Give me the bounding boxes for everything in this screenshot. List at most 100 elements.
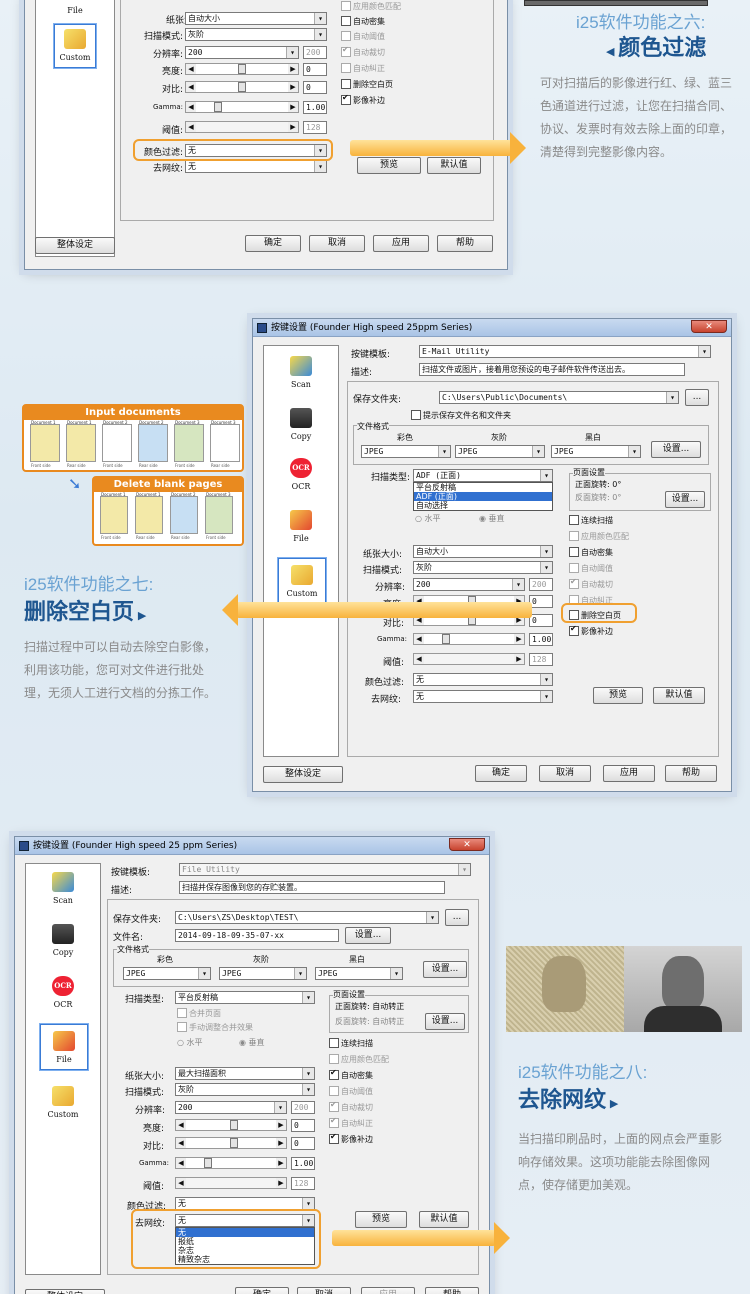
apply-button[interactable]: 应用 — [373, 235, 429, 252]
global-button[interactable]: 整体设定 — [25, 1289, 105, 1294]
option-0[interactable]: 平台反射稿 — [414, 483, 552, 492]
folder-select[interactable]: C:\Users\ZS\Desktop\TEST\ — [175, 911, 439, 924]
preview-button[interactable]: 预览 — [593, 687, 643, 704]
contrast-box[interactable]: 0 — [303, 81, 327, 94]
option-2[interactable]: 自动选择 — [414, 501, 552, 510]
descreen-select[interactable]: 无 — [185, 160, 327, 173]
help-button[interactable]: 帮助 — [437, 235, 493, 252]
preview-button[interactable]: 预览 — [355, 1211, 407, 1228]
contrast-slider[interactable]: ◀ ▶ — [185, 81, 299, 93]
dpi-select[interactable]: 200 — [185, 46, 299, 59]
bw-format-select[interactable]: JPEG — [551, 445, 641, 458]
icon-file[interactable]: File — [50, 6, 100, 15]
brightness-box[interactable]: 0 — [303, 63, 327, 76]
icon-ocr[interactable]: OCR OCR — [38, 976, 88, 1009]
template-select[interactable]: E-Mail Utility — [419, 345, 711, 358]
scantype-select[interactable]: 平台反射稿 — [175, 991, 315, 1004]
imagefill-check[interactable]: 影像补边 — [329, 1132, 373, 1145]
papersize-select[interactable]: 自动大小 — [185, 12, 327, 25]
scantype-dropdown[interactable]: 平台反射稿 ADF (正面) 自动选择 — [413, 482, 553, 511]
page-settings-button[interactable]: 设置... — [665, 491, 705, 508]
gamma-slider[interactable]: ◀ ▶ — [175, 1157, 287, 1169]
icon-custom[interactable]: Custom — [277, 557, 327, 607]
autodensity-check[interactable]: 自动密集 — [341, 16, 385, 27]
icon-ocr[interactable]: OCR OCR — [276, 458, 326, 491]
brightness-box[interactable]: 0 — [529, 595, 553, 608]
gamma-box[interactable]: 1.00 — [291, 1157, 315, 1170]
autodensity-check[interactable]: 自动密集 — [329, 1068, 373, 1081]
contrast-slider[interactable]: ◀ ▶ — [175, 1137, 287, 1149]
gray-format-select[interactable]: JPEG — [219, 967, 307, 980]
folder-select[interactable]: C:\Users\Public\Documents\ — [439, 391, 679, 404]
brightness-slider[interactable]: ◀ ▶ — [185, 63, 299, 75]
gamma-slider[interactable]: ◀ ▶ — [413, 633, 525, 645]
brightness-slider[interactable]: ◀ ▶ — [175, 1119, 287, 1131]
icon-file[interactable]: File — [276, 510, 326, 543]
f8-title-row: 去除网纹 ▶ — [518, 1082, 618, 1114]
scanmode-select[interactable]: 灰阶 — [413, 561, 553, 574]
default-button[interactable]: 默认值 — [419, 1211, 469, 1228]
settings-button[interactable]: 设置... — [423, 961, 467, 978]
icon-custom[interactable]: Custom — [38, 1086, 88, 1119]
gamma-box[interactable]: 1.00 — [529, 633, 553, 646]
preview-button[interactable]: 预览 — [357, 157, 421, 174]
browse-button[interactable]: ... — [685, 389, 709, 406]
browse-button[interactable]: ... — [445, 909, 469, 926]
icon-scan[interactable]: Scan — [276, 356, 326, 389]
icon-file[interactable]: File — [39, 1023, 89, 1071]
ok-button[interactable]: 确定 — [245, 235, 301, 252]
descreen-select[interactable]: 无 — [413, 690, 553, 703]
cancel-button[interactable]: 取消 — [309, 235, 365, 252]
deleteblank-check[interactable]: 删除空白页 — [341, 79, 393, 90]
contrast-box[interactable]: 0 — [529, 614, 553, 627]
autodensity-check[interactable]: 自动密集 — [569, 547, 613, 558]
left-panel: Scan Copy OCR OCR File Custom — [263, 345, 339, 757]
dpi-select[interactable]: 200 — [413, 578, 525, 591]
option-1[interactable]: ADF (正面) — [414, 492, 552, 501]
ok-button[interactable]: 确定 — [475, 765, 527, 782]
dpi-select[interactable]: 200 — [175, 1101, 287, 1114]
filename-settings-button[interactable]: 设置... — [345, 927, 391, 944]
autocrop-check: 自动裁切 — [569, 577, 613, 590]
help-button[interactable]: 帮助 — [665, 765, 717, 782]
scantype-select[interactable]: ADF (正面) — [413, 469, 553, 482]
color-format-select[interactable]: JPEG — [123, 967, 211, 980]
settings-button[interactable]: 设置... — [651, 441, 701, 458]
apply-button[interactable]: 应用 — [603, 765, 655, 782]
imagefill-check[interactable]: 影像补边 — [569, 624, 613, 637]
help-button[interactable]: 帮助 — [425, 1287, 479, 1294]
scanmode-select[interactable]: 灰阶 — [185, 28, 327, 41]
icon-copy[interactable]: Copy — [38, 924, 88, 957]
cancel-button[interactable]: 取消 — [297, 1287, 351, 1294]
color-format-select[interactable]: JPEG — [361, 445, 451, 458]
brightness-box[interactable]: 0 — [291, 1119, 315, 1132]
scanmode-select[interactable]: 灰阶 — [175, 1083, 315, 1096]
colorfilter-select[interactable]: 无 — [413, 673, 553, 686]
default-button[interactable]: 默认值 — [653, 687, 705, 704]
page-settings-button[interactable]: 设置... — [425, 1013, 465, 1030]
imagefill-check[interactable]: 影像补边 — [341, 93, 385, 106]
papersize-select[interactable]: 最大扫描面积 — [175, 1067, 315, 1080]
icon-scan[interactable]: Scan — [38, 872, 88, 905]
cancel-button[interactable]: 取消 — [539, 765, 591, 782]
filename-box[interactable]: 2014-09-18-09-35-07-xx — [175, 929, 339, 942]
default-button[interactable]: 默认值 — [427, 157, 481, 174]
icon-copy[interactable]: Copy — [276, 408, 326, 441]
contrast-box[interactable]: 0 — [291, 1137, 315, 1150]
continuous-check[interactable]: 连续扫描 — [329, 1038, 373, 1049]
showname-check[interactable]: 提示保存文件名和文件夹 — [411, 410, 511, 421]
close-button[interactable]: ✕ — [691, 320, 727, 333]
bw-format-select[interactable]: JPEG — [315, 967, 403, 980]
continuous-check[interactable]: 连续扫描 — [569, 515, 613, 526]
close-button[interactable]: ✕ — [449, 838, 485, 851]
ok-button[interactable]: 确定 — [235, 1287, 289, 1294]
gamma-slider[interactable]: ◀ ▶ — [185, 101, 299, 113]
icon-custom[interactable]: Custom — [53, 23, 97, 69]
gray-format-select[interactable]: JPEG — [455, 445, 545, 458]
global-button[interactable]: 整体设定 — [263, 766, 343, 783]
global-button[interactable]: 整体设定 — [35, 237, 115, 254]
papersize-select[interactable]: 自动大小 — [413, 545, 553, 558]
gamma-box[interactable]: 1.00 — [303, 101, 327, 114]
document-side: Front side — [175, 463, 195, 468]
window-titlebar: 按键设置 (Founder High speed 25ppm Series) ✕ — [253, 319, 731, 337]
